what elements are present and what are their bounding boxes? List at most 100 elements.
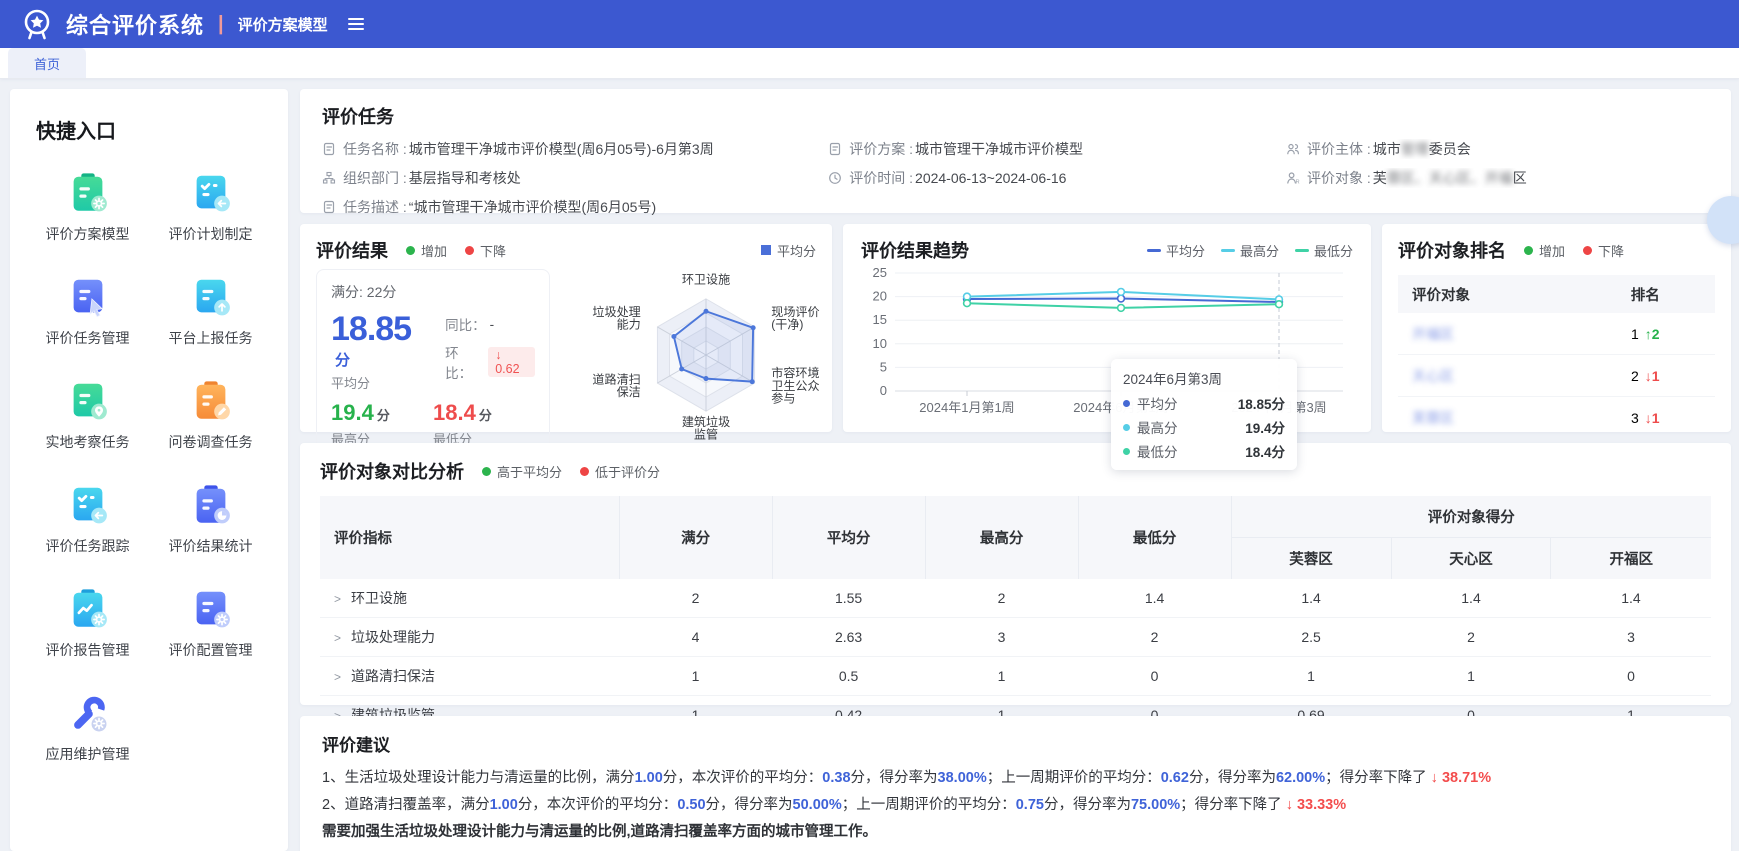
tooltip-row: 最低分18.4分 [1123,441,1285,461]
legend-above-average: 高于平均分 [482,462,562,481]
ranking-panel-title: 评价对象排名 [1398,237,1506,263]
column-header: 评价指标 [320,496,619,579]
suggestion-panel: 评价建议 1、生活垃圾处理设计能力与清运量的比例，满分1.00分，本次评价的平均… [300,716,1731,851]
doc-cursor-icon [65,274,111,320]
quick-entry-grid: 评价方案模型评价计划制定评价任务管理平台上报任务实地考察任务问卷调查任务评价任务… [26,170,272,764]
middle-row: 评价结果 增加 下降 平均分 满分: 22分 18.85分 平均分 [300,224,1731,432]
quick-entry-label: 问卷调查任务 [169,432,253,452]
task-field-label: 评价时间 : [849,168,913,188]
comparison-panel-title: 评价对象对比分析 [320,458,464,484]
expand-chevron-icon[interactable]: > [334,631,341,645]
suggestion-panel-title: 评价建议 [322,731,1709,756]
district-header: 天心区 [1391,538,1551,580]
desc-icon [322,200,336,214]
indicator-row[interactable]: >环卫设施21.5521.41.41.41.4 [320,579,1711,618]
quick-entry-item[interactable]: 平台上报任务 [155,274,267,348]
radar-legend-average: 平均分 [761,241,816,260]
ranking-table-body: 开福区1↑2天心区2↓1芙蓉区3↓1 [1398,313,1715,432]
trend-line-chart: 05101520252024年1月第1周2024年6月第1周2024年6月第3周… [861,267,1353,430]
quick-entry-item[interactable]: 问卷调查任务 [155,378,267,452]
district-header: 开福区 [1551,538,1711,580]
ranking-row[interactable]: 天心区2↓1 [1398,355,1715,397]
quick-entry-item[interactable]: 评价任务跟踪 [32,482,144,556]
task-field-label: 评价对象 : [1307,168,1371,188]
trend-legend-item[interactable]: 最高分 [1221,241,1279,260]
ranking-object-link[interactable]: 芙蓉区 [1412,410,1454,426]
district-score: 1.4 [1231,579,1391,618]
suggestion-line: 2、道路清扫覆盖率，满分1.00分，本次评价的平均分：0.50分，得分率为50.… [322,792,1709,819]
quick-entry-label: 评价结果统计 [169,536,253,556]
task-field: 任务名称 :城市管理干净城市评价模型(周6月05号)-6月第3周 [322,139,828,159]
district-score: 1.4 [1391,579,1551,618]
group-header: 评价对象得分 [1231,496,1711,538]
ranking-row[interactable]: 开福区1↑2 [1398,313,1715,355]
quick-entry-item[interactable]: 评价结果统计 [155,482,267,556]
suggestion-line: 需要加强生活垃圾处理设计能力与清运量的比例,道路清扫覆盖率方面的城市管理工作。 [322,819,1709,846]
legend-decrease: 下降 [465,241,506,260]
expand-chevron-icon[interactable]: > [334,592,341,606]
quick-entry-label: 平台上报任务 [169,328,253,348]
task-field: 评价主体 :城市管理委员会 [1286,139,1709,159]
task-field: 组织部门 :基层指导和考核处 [322,168,828,188]
expand-chevron-icon[interactable]: > [334,670,341,684]
group-icon [1286,142,1300,156]
svg-text:2024年1月第1周: 2024年1月第1周 [919,400,1014,415]
ranking-object-link[interactable]: 开福区 [1412,326,1454,342]
title-divider: | [218,13,224,36]
clock-icon [828,171,842,185]
district-score: 1 [1391,657,1551,696]
object-ranking-panel: 评价对象排名 增加 下降 评价对象 排名 开福区1↑2天心区2↓1芙蓉区3↓1 [1382,224,1731,432]
district-score: 2 [1391,618,1551,657]
org-icon [322,171,336,185]
tooltip-row: 最高分19.4分 [1123,417,1285,437]
evaluation-task-panel: 评价任务 任务名称 :城市管理干净城市评价模型(周6月05号)-6月第3周评价方… [300,89,1731,213]
district-score: 1.4 [1551,579,1711,618]
ranking-object-link[interactable]: 天心区 [1412,368,1454,384]
red-dot-icon [580,467,589,476]
ranking-row[interactable]: 芙蓉区3↓1 [1398,397,1715,432]
legend-decrease: 下降 [1583,241,1624,260]
quick-entry-item[interactable]: 评价报告管理 [32,586,144,660]
rank-down-indicator: ↓1 [1645,368,1660,384]
quick-entry-item[interactable]: 应用维护管理 [32,690,144,764]
task-field-value: 城市管理干净城市评价模型(周6月05号)-6月第3周 [409,139,714,159]
trend-legend-item[interactable]: 最低分 [1295,241,1353,260]
quick-entry-item[interactable]: 实地考察任务 [32,378,144,452]
green-dot-icon [406,246,415,255]
app-header: 综合评价系统 | 评价方案模型 [0,0,1739,48]
indicator-row[interactable]: >垃圾处理能力42.63322.523 [320,618,1711,657]
doc-upload-icon [188,274,234,320]
task-field-label: 任务名称 : [343,139,407,159]
task-field-value: 城市管理委员会 [1373,139,1471,159]
tab-home[interactable]: 首页 [8,48,86,78]
district-score: 0 [1551,657,1711,696]
trend-legend-item[interactable]: 平均分 [1147,241,1205,260]
green-dot-icon [482,467,491,476]
app-title: 综合评价系统 [66,8,204,40]
hamburger-menu-icon[interactable] [348,18,364,30]
mom-drop-badge: ↓ 0.62 [488,347,535,377]
district-score: 2.5 [1231,618,1391,657]
quick-entry-item[interactable]: 评价任务管理 [32,274,144,348]
doc-icon [322,142,336,156]
task-field: 评价时间 :2024-06-13~2024-06-16 [828,168,1286,188]
indicator-row[interactable]: >道路清扫保洁10.510110 [320,657,1711,696]
ranking-table-header: 评价对象 排名 [1398,275,1715,313]
comparison-table-el: 评价指标满分平均分最高分最低分评价对象得分芙蓉区天心区开福区>环卫设施21.55… [320,496,1711,735]
quick-entry-label: 评价任务跟踪 [46,536,130,556]
legend-below-average: 低于评价分 [580,462,660,481]
wrench-icon [65,690,111,736]
max-score: 19.4分最高分 [331,400,433,448]
quick-entry-label: 评价配置管理 [169,640,253,660]
quick-entry-item[interactable]: 评价配置管理 [155,586,267,660]
quick-entry-item[interactable]: 评价方案模型 [32,170,144,244]
tab-bar: 首页 [0,48,1739,79]
task-field-label: 任务描述 : [343,197,407,217]
quick-entry-item[interactable]: 评价计划制定 [155,170,267,244]
task-field-value: 芙蓉区、天心区、开福区 [1373,168,1527,188]
task-fields: 任务名称 :城市管理干净城市评价模型(周6月05号)-6月第3周评价方案 :城市… [322,139,1709,217]
task-field: R评价对象 :芙蓉区、天心区、开福区 [1286,168,1709,188]
clipboard-chart-icon [65,586,111,632]
page-title: 评价方案模型 [238,14,328,35]
svg-text:环卫设施: 环卫设施 [682,272,730,286]
